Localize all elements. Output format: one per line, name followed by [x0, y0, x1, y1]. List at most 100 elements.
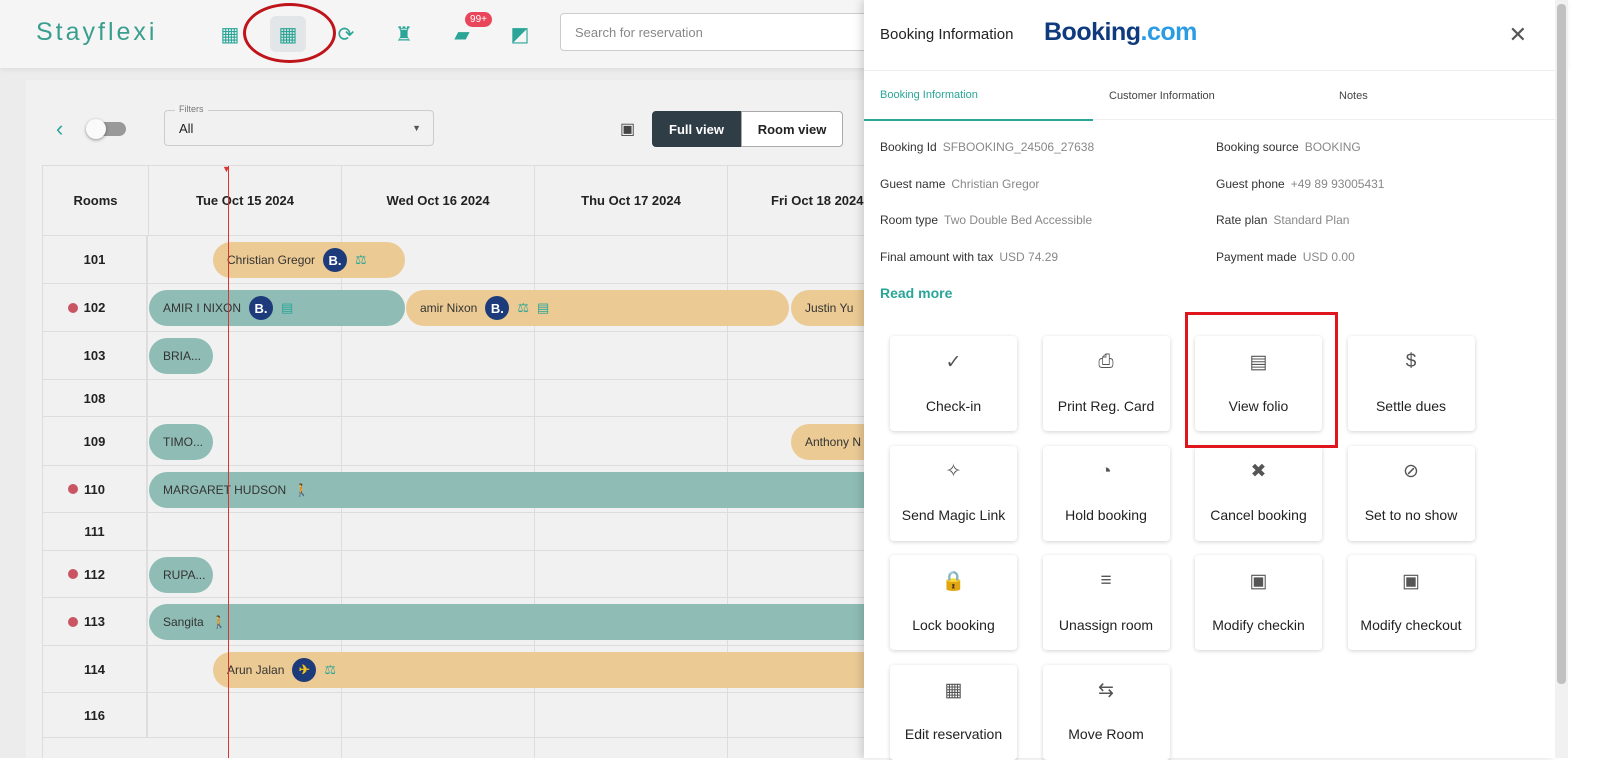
edit-calendar-icon: ▦	[944, 680, 963, 701]
note-icon: ▤	[281, 300, 294, 315]
balance-scale-icon: ⚖	[355, 252, 367, 267]
print-icon: ⎙	[1098, 351, 1114, 372]
field-value: Standard Plan	[1273, 213, 1350, 227]
chevron-down-icon: ▼	[412, 123, 421, 133]
guest-name: Anthony N	[805, 434, 862, 449]
date-picker-icon[interactable]: ▣	[620, 119, 635, 139]
check-circle-icon: ✓	[945, 351, 962, 373]
field-label: Booking Id	[880, 140, 937, 154]
action-send-magic-link[interactable]: ✧ Send Magic Link	[890, 445, 1017, 541]
magic-wand-icon: ✧	[945, 461, 962, 482]
booking-com-icon: B.	[485, 296, 510, 320]
date-header: Thu Oct 17 2024	[535, 166, 728, 236]
guest-name: Christian Gregor	[227, 253, 316, 267]
dollar-icon: $	[1405, 351, 1417, 372]
search-input[interactable]: Search for reservation	[560, 13, 880, 51]
booking-com-logo: Booking.com	[1044, 18, 1197, 46]
status-dot	[68, 484, 78, 494]
booking-bar[interactable]: Justin Yu	[791, 290, 870, 326]
booking-bar[interactable]: Arun Jalan ✈ ⚖	[213, 651, 870, 688]
balance-scale-icon: ⚖	[517, 300, 530, 315]
action-hold-booking[interactable]: ◔ Hold booking	[1042, 445, 1170, 541]
booking-bar[interactable]: MARGARET HUDSON 🚶	[149, 471, 870, 508]
field-value: USD 0.00	[1302, 249, 1355, 264]
field-value: Two Double Bed Accessible	[944, 213, 1093, 227]
field-label: Guest phone	[1216, 176, 1285, 191]
room-label: 113	[43, 598, 148, 645]
booking-bar[interactable]: TIMO...	[149, 423, 213, 460]
guest-name: BRIA...	[163, 349, 202, 363]
room-label: 108	[43, 380, 148, 416]
tab-notes[interactable]: Notes	[1339, 71, 1368, 121]
lock-icon: 🔒	[941, 571, 966, 592]
scrollbar[interactable]	[1555, 0, 1568, 758]
full-view-button[interactable]: Full view	[652, 111, 741, 147]
action-unassign-room[interactable]: ≡ Unassign room	[1042, 555, 1170, 650]
action-settle-dues[interactable]: $ Settle dues	[1347, 336, 1475, 431]
action-modify-checkin[interactable]: ▣ Modify checkin	[1195, 555, 1322, 650]
guest-name: Arun Jalan	[227, 662, 285, 677]
guest-name: Sangita	[163, 615, 204, 629]
info-field: Guest name Christian Gregor	[880, 177, 1039, 191]
date-header: Tue Oct 15 2024	[149, 166, 342, 236]
action-set-to-no-show[interactable]: ⊘ Set to no show	[1347, 445, 1475, 541]
hold-icon: ◔	[1100, 460, 1112, 482]
field-label: Rate plan	[1216, 213, 1268, 227]
booking-bar[interactable]: Christian Gregor B. ⚖	[213, 242, 405, 278]
field-value: SFBOOKING_24506_27638	[942, 140, 1095, 154]
room-label: 111	[43, 513, 148, 550]
room-label: 116	[43, 693, 148, 737]
action-edit-reservation[interactable]: ▦ Edit reservation	[890, 664, 1017, 760]
chat-icon[interactable]: ▰ 99+	[444, 12, 492, 52]
room-view-button[interactable]: Room view	[741, 111, 843, 147]
booking-bar[interactable]: Anthony N	[791, 423, 870, 460]
toggle-switch[interactable]	[86, 119, 126, 139]
tab-customer-information[interactable]: Customer Information	[1109, 71, 1215, 121]
room-row: 116	[43, 693, 870, 738]
balance-scale-icon: ⚖	[324, 661, 337, 677]
tab-booking-information[interactable]: Booking Information	[864, 71, 1093, 121]
info-field: Guest phone +49 89 93005431	[1216, 177, 1384, 191]
field-value: USD 74.29	[999, 249, 1059, 264]
guest-name: amir Nixon	[420, 301, 478, 315]
report-icon[interactable]: ◩	[502, 16, 538, 52]
filter-select[interactable]: Filters All ▼	[164, 104, 434, 146]
action-print-reg-card[interactable]: ⎙ Print Reg. Card	[1042, 336, 1170, 431]
booking-bar[interactable]: Sangita 🚶	[149, 604, 870, 640]
room-label: 103	[43, 332, 148, 379]
booking-bar[interactable]: BRIA...	[149, 338, 213, 374]
luggage-icon[interactable]: ♜	[386, 16, 422, 52]
field-label: Final amount with tax	[880, 249, 994, 264]
booking-bar[interactable]: amir Nixon B. ⚖ ▤	[406, 290, 789, 326]
close-icon[interactable]: ✕	[1509, 22, 1527, 48]
info-field: Booking Id SFBOOKING_24506_27638	[880, 140, 1094, 154]
booking-bar[interactable]: AMIR I NIXON B. ▤	[149, 290, 405, 326]
room-row: 111	[43, 513, 870, 551]
action-check-in[interactable]: ✓ Check-in	[890, 336, 1017, 431]
room-label: 110	[43, 466, 148, 512]
action-lock-booking[interactable]: 🔒 Lock booking	[890, 555, 1017, 650]
status-dot	[67, 302, 78, 313]
guest-name: RUPA...	[163, 567, 206, 582]
read-more-link[interactable]: Read more	[880, 285, 952, 301]
booking-bar[interactable]: RUPA...	[149, 556, 213, 593]
action-cancel-booking[interactable]: ✖ Cancel booking	[1195, 445, 1322, 541]
app: Stayflexi ▦ ▦ ⟳ ♜ ▰ 99+ ◩ Search for rese…	[0, 0, 1568, 760]
info-field: Rate plan Standard Plan	[1216, 213, 1349, 227]
room-label: 112	[43, 551, 148, 597]
field-value: BOOKING	[1304, 140, 1361, 154]
action-move-room[interactable]: ⇆ Move Room	[1042, 664, 1170, 760]
booking-info-panel: Booking Information Booking.com ✕ Bookin…	[864, 0, 1555, 760]
no-show-icon: ⊘	[1403, 461, 1419, 482]
action-modify-checkout[interactable]: ▣ Modify checkout	[1347, 555, 1475, 650]
logo: Stayflexi	[36, 18, 158, 46]
chevron-left-icon[interactable]: ‹	[56, 116, 63, 142]
guest-name: TIMO...	[163, 434, 203, 449]
panel-tabs: Booking Information Customer Information…	[864, 70, 1555, 121]
room-label: 109	[43, 417, 148, 465]
walk-in-icon: 🚶	[294, 482, 310, 497]
annotation-highlight-box	[1185, 312, 1338, 448]
walk-in-icon: 🚶	[211, 615, 227, 629]
room-row: 101	[43, 236, 870, 284]
modify-checkin-icon: ▣	[1249, 570, 1268, 592]
